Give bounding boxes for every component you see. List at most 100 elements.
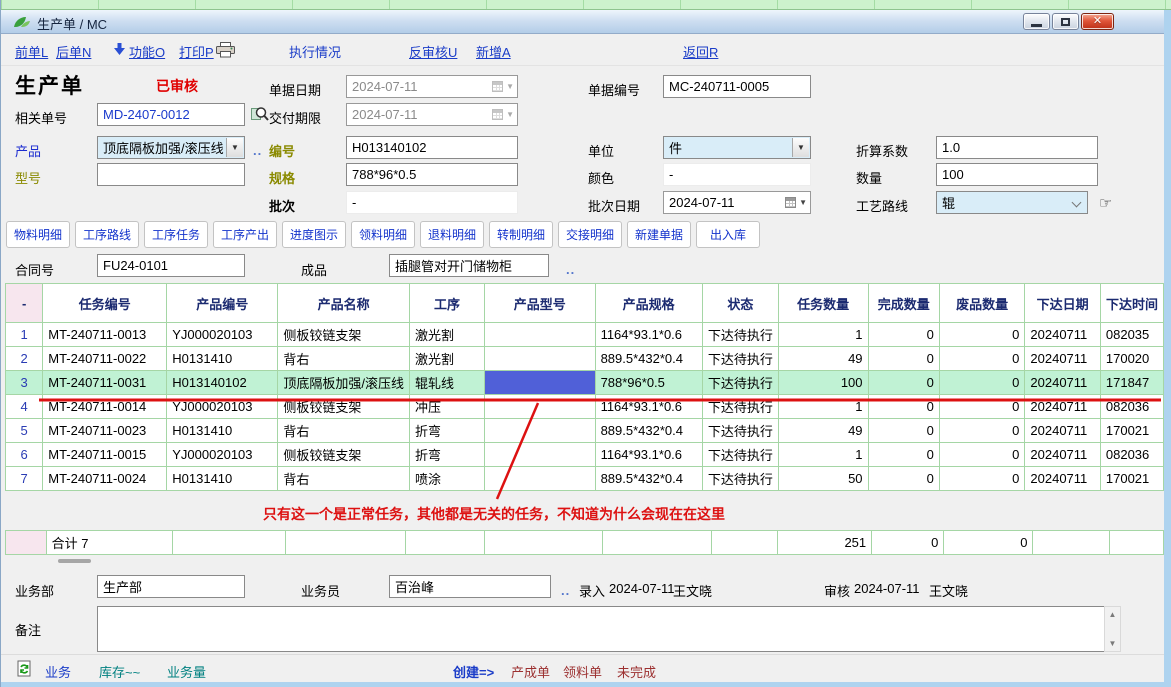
table-cell[interactable]: 0 <box>939 371 1025 395</box>
scroll-up-icon[interactable]: ▲ <box>1109 610 1117 619</box>
product-doc-link[interactable]: 产成单 <box>511 662 550 681</box>
table-cell[interactable]: 背右 <box>278 467 410 491</box>
finished-more-link[interactable]: .. <box>566 262 575 277</box>
table-cell[interactable]: 082035 <box>1100 323 1163 347</box>
table-cell[interactable]: 20240711 <box>1025 419 1100 443</box>
tab-button[interactable]: 进度图示 <box>282 221 346 248</box>
table-cell[interactable] <box>484 347 595 371</box>
table-cell[interactable]: 辊轧线 <box>409 371 484 395</box>
column-header[interactable]: 下达时间 <box>1100 284 1163 323</box>
table-cell[interactable]: 1164*93.1*0.6 <box>595 323 702 347</box>
model-input[interactable] <box>97 163 245 186</box>
remark-scrollbar[interactable]: ▲ ▼ <box>1104 606 1121 652</box>
column-header[interactable]: 产品编号 <box>167 284 278 323</box>
doc-refresh-icon[interactable] <box>17 660 32 680</box>
search-icon[interactable] <box>251 105 269 125</box>
table-cell[interactable]: 折弯 <box>409 419 484 443</box>
table-cell[interactable]: H013140102 <box>167 371 278 395</box>
table-cell[interactable]: 0 <box>939 467 1025 491</box>
table-cell[interactable]: 激光割 <box>409 323 484 347</box>
scroll-down-icon[interactable]: ▼ <box>1109 639 1117 648</box>
splitter-handle[interactable] <box>58 559 91 563</box>
table-cell[interactable]: YJ000020103 <box>167 323 278 347</box>
table-cell[interactable]: 100 <box>778 371 868 395</box>
product-more-link[interactable]: .. <box>253 143 262 158</box>
table-cell[interactable] <box>484 419 595 443</box>
spec-input[interactable] <box>346 163 518 186</box>
table-cell[interactable]: 0 <box>939 443 1025 467</box>
table-cell[interactable]: 下达待执行 <box>702 347 778 371</box>
column-header[interactable]: 产品规格 <box>595 284 702 323</box>
table-cell[interactable]: MT-240711-0031 <box>43 371 167 395</box>
minimize-button[interactable] <box>1023 13 1050 30</box>
table-cell[interactable]: 170021 <box>1100 419 1163 443</box>
table-cell[interactable]: 0 <box>868 323 939 347</box>
finished-product-input[interactable] <box>389 254 549 277</box>
column-header[interactable]: 下达日期 <box>1025 284 1100 323</box>
tab-button[interactable]: 工序产出 <box>213 221 277 248</box>
tab-button[interactable]: 退料明细 <box>420 221 484 248</box>
table-cell[interactable]: 0 <box>939 347 1025 371</box>
table-cell[interactable]: 20240711 <box>1025 395 1100 419</box>
table-cell[interactable]: 1164*93.1*0.6 <box>595 395 702 419</box>
next-doc-link[interactable]: 后单N <box>56 42 91 61</box>
add-new-link[interactable]: 新增A <box>476 42 511 61</box>
table-cell[interactable]: 冲压 <box>409 395 484 419</box>
remark-textarea[interactable] <box>97 606 1104 652</box>
qty-input[interactable] <box>936 163 1098 186</box>
table-cell[interactable]: MT-240711-0024 <box>43 467 167 491</box>
tab-button[interactable]: 物料明细 <box>6 221 70 248</box>
table-row[interactable]: 2MT-240711-0022H0131410背右激光割889.5*432*0.… <box>6 347 1164 371</box>
column-header[interactable]: - <box>6 284 43 323</box>
batch-date-picker[interactable]: 2024-07-11 ▼ <box>663 191 811 214</box>
tab-button[interactable]: 工序任务 <box>144 221 208 248</box>
column-header[interactable]: 废品数量 <box>939 284 1025 323</box>
unit-select[interactable]: 件 ▼ <box>663 136 811 159</box>
chevron-down-icon[interactable]: ▼ <box>792 138 809 157</box>
stock-link[interactable]: 库存~~ <box>99 662 140 681</box>
table-cell[interactable]: YJ000020103 <box>167 395 278 419</box>
table-cell[interactable]: 下达待执行 <box>702 395 778 419</box>
dept-input[interactable] <box>97 575 245 598</box>
table-cell[interactable]: MT-240711-0015 <box>43 443 167 467</box>
table-cell[interactable] <box>484 443 595 467</box>
contract-no-input[interactable] <box>97 254 245 277</box>
table-cell[interactable]: 下达待执行 <box>702 467 778 491</box>
table-cell[interactable]: 7 <box>6 467 43 491</box>
table-cell[interactable]: 082036 <box>1100 443 1163 467</box>
table-cell[interactable] <box>484 371 595 395</box>
table-cell[interactable]: 侧板铰链支架 <box>278 395 410 419</box>
table-cell[interactable]: 0 <box>868 395 939 419</box>
reverse-audit-link[interactable]: 反审核U <box>409 42 457 61</box>
table-cell[interactable]: 下达待执行 <box>702 323 778 347</box>
table-cell[interactable]: 下达待执行 <box>702 419 778 443</box>
table-cell[interactable]: 171847 <box>1100 371 1163 395</box>
table-cell[interactable]: 20240711 <box>1025 323 1100 347</box>
print-link[interactable]: 打印P <box>179 42 214 61</box>
table-cell[interactable]: 4 <box>6 395 43 419</box>
table-cell[interactable]: 喷涂 <box>409 467 484 491</box>
table-cell[interactable]: 1 <box>778 395 868 419</box>
route-select[interactable]: 辊 <box>936 191 1088 214</box>
table-cell[interactable]: 49 <box>778 347 868 371</box>
tab-button[interactable]: 交接明细 <box>558 221 622 248</box>
table-cell[interactable]: 0 <box>868 443 939 467</box>
column-header[interactable]: 完成数量 <box>868 284 939 323</box>
table-cell[interactable]: 0 <box>868 347 939 371</box>
column-header[interactable]: 任务数量 <box>778 284 868 323</box>
doc-no-input[interactable] <box>663 75 811 98</box>
prev-doc-link[interactable]: 前单L <box>15 42 48 61</box>
column-header[interactable]: 产品型号 <box>484 284 595 323</box>
table-cell[interactable]: 0 <box>939 323 1025 347</box>
table-cell[interactable]: 1 <box>778 323 868 347</box>
table-row[interactable]: 5MT-240711-0023H0131410背右折弯889.5*432*0.4… <box>6 419 1164 443</box>
close-button[interactable]: ✕ <box>1081 13 1114 30</box>
tab-button[interactable]: 新建单据 <box>627 221 691 248</box>
table-cell[interactable]: 170021 <box>1100 467 1163 491</box>
table-cell[interactable]: H0131410 <box>167 347 278 371</box>
tab-button[interactable]: 转制明细 <box>489 221 553 248</box>
table-cell[interactable]: 顶底隔板加强/滚压线 <box>278 371 410 395</box>
tab-button[interactable]: 领料明细 <box>351 221 415 248</box>
chevron-down-icon[interactable]: ▼ <box>226 138 243 157</box>
table-cell[interactable]: 6 <box>6 443 43 467</box>
